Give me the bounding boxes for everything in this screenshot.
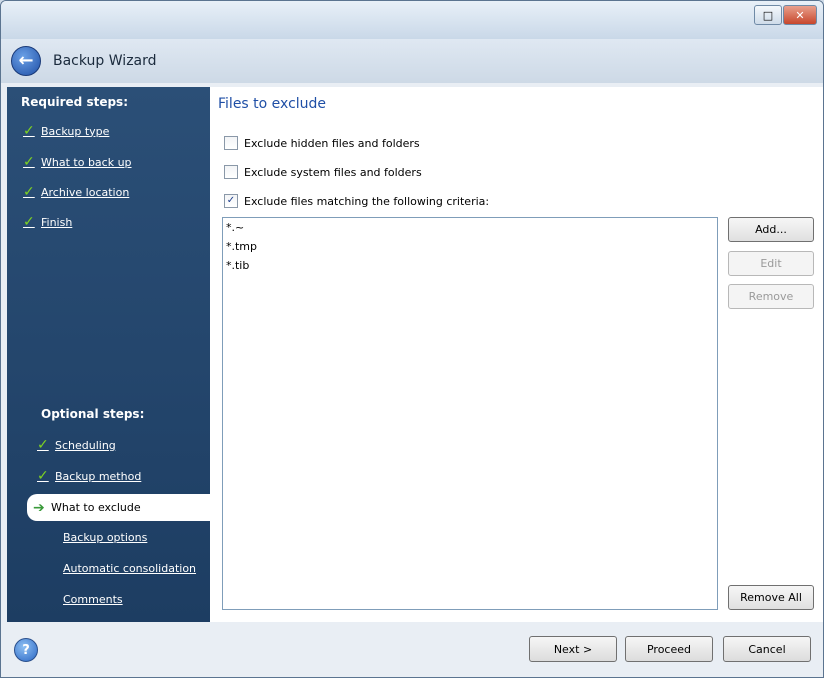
step-label: Archive location	[41, 185, 130, 199]
checkbox-label: Exclude system files and folders	[244, 165, 422, 179]
backup-wizard-window: □ ✕ ← Backup Wizard Required steps: ✓ Ba…	[0, 0, 824, 678]
help-button[interactable]: ?	[14, 638, 38, 662]
step-label: Backup method	[55, 469, 142, 483]
checkmark-icon: ✓	[23, 154, 35, 170]
close-button[interactable]: ✕	[783, 5, 817, 25]
step-label: Finish	[41, 215, 73, 229]
step-label: Scheduling	[55, 438, 116, 452]
proceed-button[interactable]: Proceed	[625, 636, 713, 662]
checkmark-icon: ✓	[23, 123, 35, 139]
wizard-header: ← Backup Wizard	[1, 39, 823, 83]
cancel-button[interactable]: Cancel	[723, 636, 811, 662]
step-backup-options[interactable]: Backup options	[63, 531, 147, 544]
exclude-criteria-checkbox-row[interactable]: ✓ Exclude files matching the following c…	[224, 194, 489, 208]
step-label: Automatic consolidation	[63, 562, 197, 575]
required-steps-header: Required steps:	[21, 95, 128, 109]
page-title: Files to exclude	[218, 96, 327, 112]
exclude-hidden-checkbox[interactable]	[224, 136, 238, 150]
step-what-to-exclude[interactable]: ➔ What to exclude	[27, 494, 210, 521]
edit-button[interactable]: Edit	[728, 251, 814, 276]
steps-sidebar: Required steps: ✓ Backup type ✓ What to …	[7, 87, 210, 622]
step-label: What to back up	[41, 155, 132, 169]
checkbox-label: Exclude files matching the following cri…	[244, 194, 490, 208]
window-controls: □ ✕	[754, 5, 817, 25]
step-backup-type[interactable]: ✓ Backup type	[23, 123, 109, 139]
back-arrow-icon: ←	[18, 50, 34, 71]
remove-button[interactable]: Remove	[728, 284, 814, 309]
back-button[interactable]: ←	[11, 46, 41, 76]
criteria-list[interactable]: *.~ *.tmp *.tib	[222, 217, 718, 610]
step-finish[interactable]: ✓ Finish	[23, 214, 72, 230]
exclude-criteria-checkbox[interactable]: ✓	[224, 194, 238, 208]
list-item[interactable]: *.tib	[223, 256, 717, 275]
step-backup-method[interactable]: ✓ Backup method	[37, 468, 141, 484]
step-scheduling[interactable]: ✓ Scheduling	[37, 437, 116, 453]
step-label: What to exclude	[51, 501, 141, 514]
next-button[interactable]: Next >	[529, 636, 617, 662]
step-label: Backup options	[63, 531, 148, 544]
exclude-system-checkbox[interactable]	[224, 165, 238, 179]
wizard-footer: ? Next > Proceed Cancel	[1, 622, 823, 677]
restore-icon: □	[762, 8, 774, 22]
remove-all-button[interactable]: Remove All	[728, 585, 814, 610]
exclude-system-checkbox-row[interactable]: Exclude system files and folders	[224, 165, 422, 179]
close-icon: ✕	[795, 8, 805, 22]
checkbox-label: Exclude hidden files and folders	[244, 136, 420, 150]
optional-steps-header: Optional steps:	[41, 407, 145, 421]
step-label: Comments	[63, 593, 123, 606]
checkmark-icon: ✓	[23, 214, 35, 230]
step-automatic-consolidation[interactable]: Automatic consolidation	[63, 562, 196, 575]
current-step-arrow-icon: ➔	[33, 499, 45, 516]
title-bar: □ ✕	[1, 1, 823, 39]
list-item[interactable]: *.~	[223, 218, 717, 237]
step-label: Backup type	[41, 124, 110, 138]
wizard-title: Backup Wizard	[53, 53, 157, 69]
main-content: Files to exclude Exclude hidden files an…	[210, 87, 823, 622]
add-button[interactable]: Add...	[728, 217, 814, 242]
help-icon: ?	[22, 642, 30, 658]
step-what-to-back-up[interactable]: ✓ What to back up	[23, 154, 132, 170]
step-archive-location[interactable]: ✓ Archive location	[23, 184, 129, 200]
checkmark-icon: ✓	[37, 468, 49, 484]
checkmark-icon: ✓	[23, 184, 35, 200]
restore-button[interactable]: □	[754, 5, 782, 25]
checkmark-icon: ✓	[37, 437, 49, 453]
list-item[interactable]: *.tmp	[223, 237, 717, 256]
step-comments[interactable]: Comments	[63, 593, 123, 606]
exclude-hidden-checkbox-row[interactable]: Exclude hidden files and folders	[224, 136, 420, 150]
